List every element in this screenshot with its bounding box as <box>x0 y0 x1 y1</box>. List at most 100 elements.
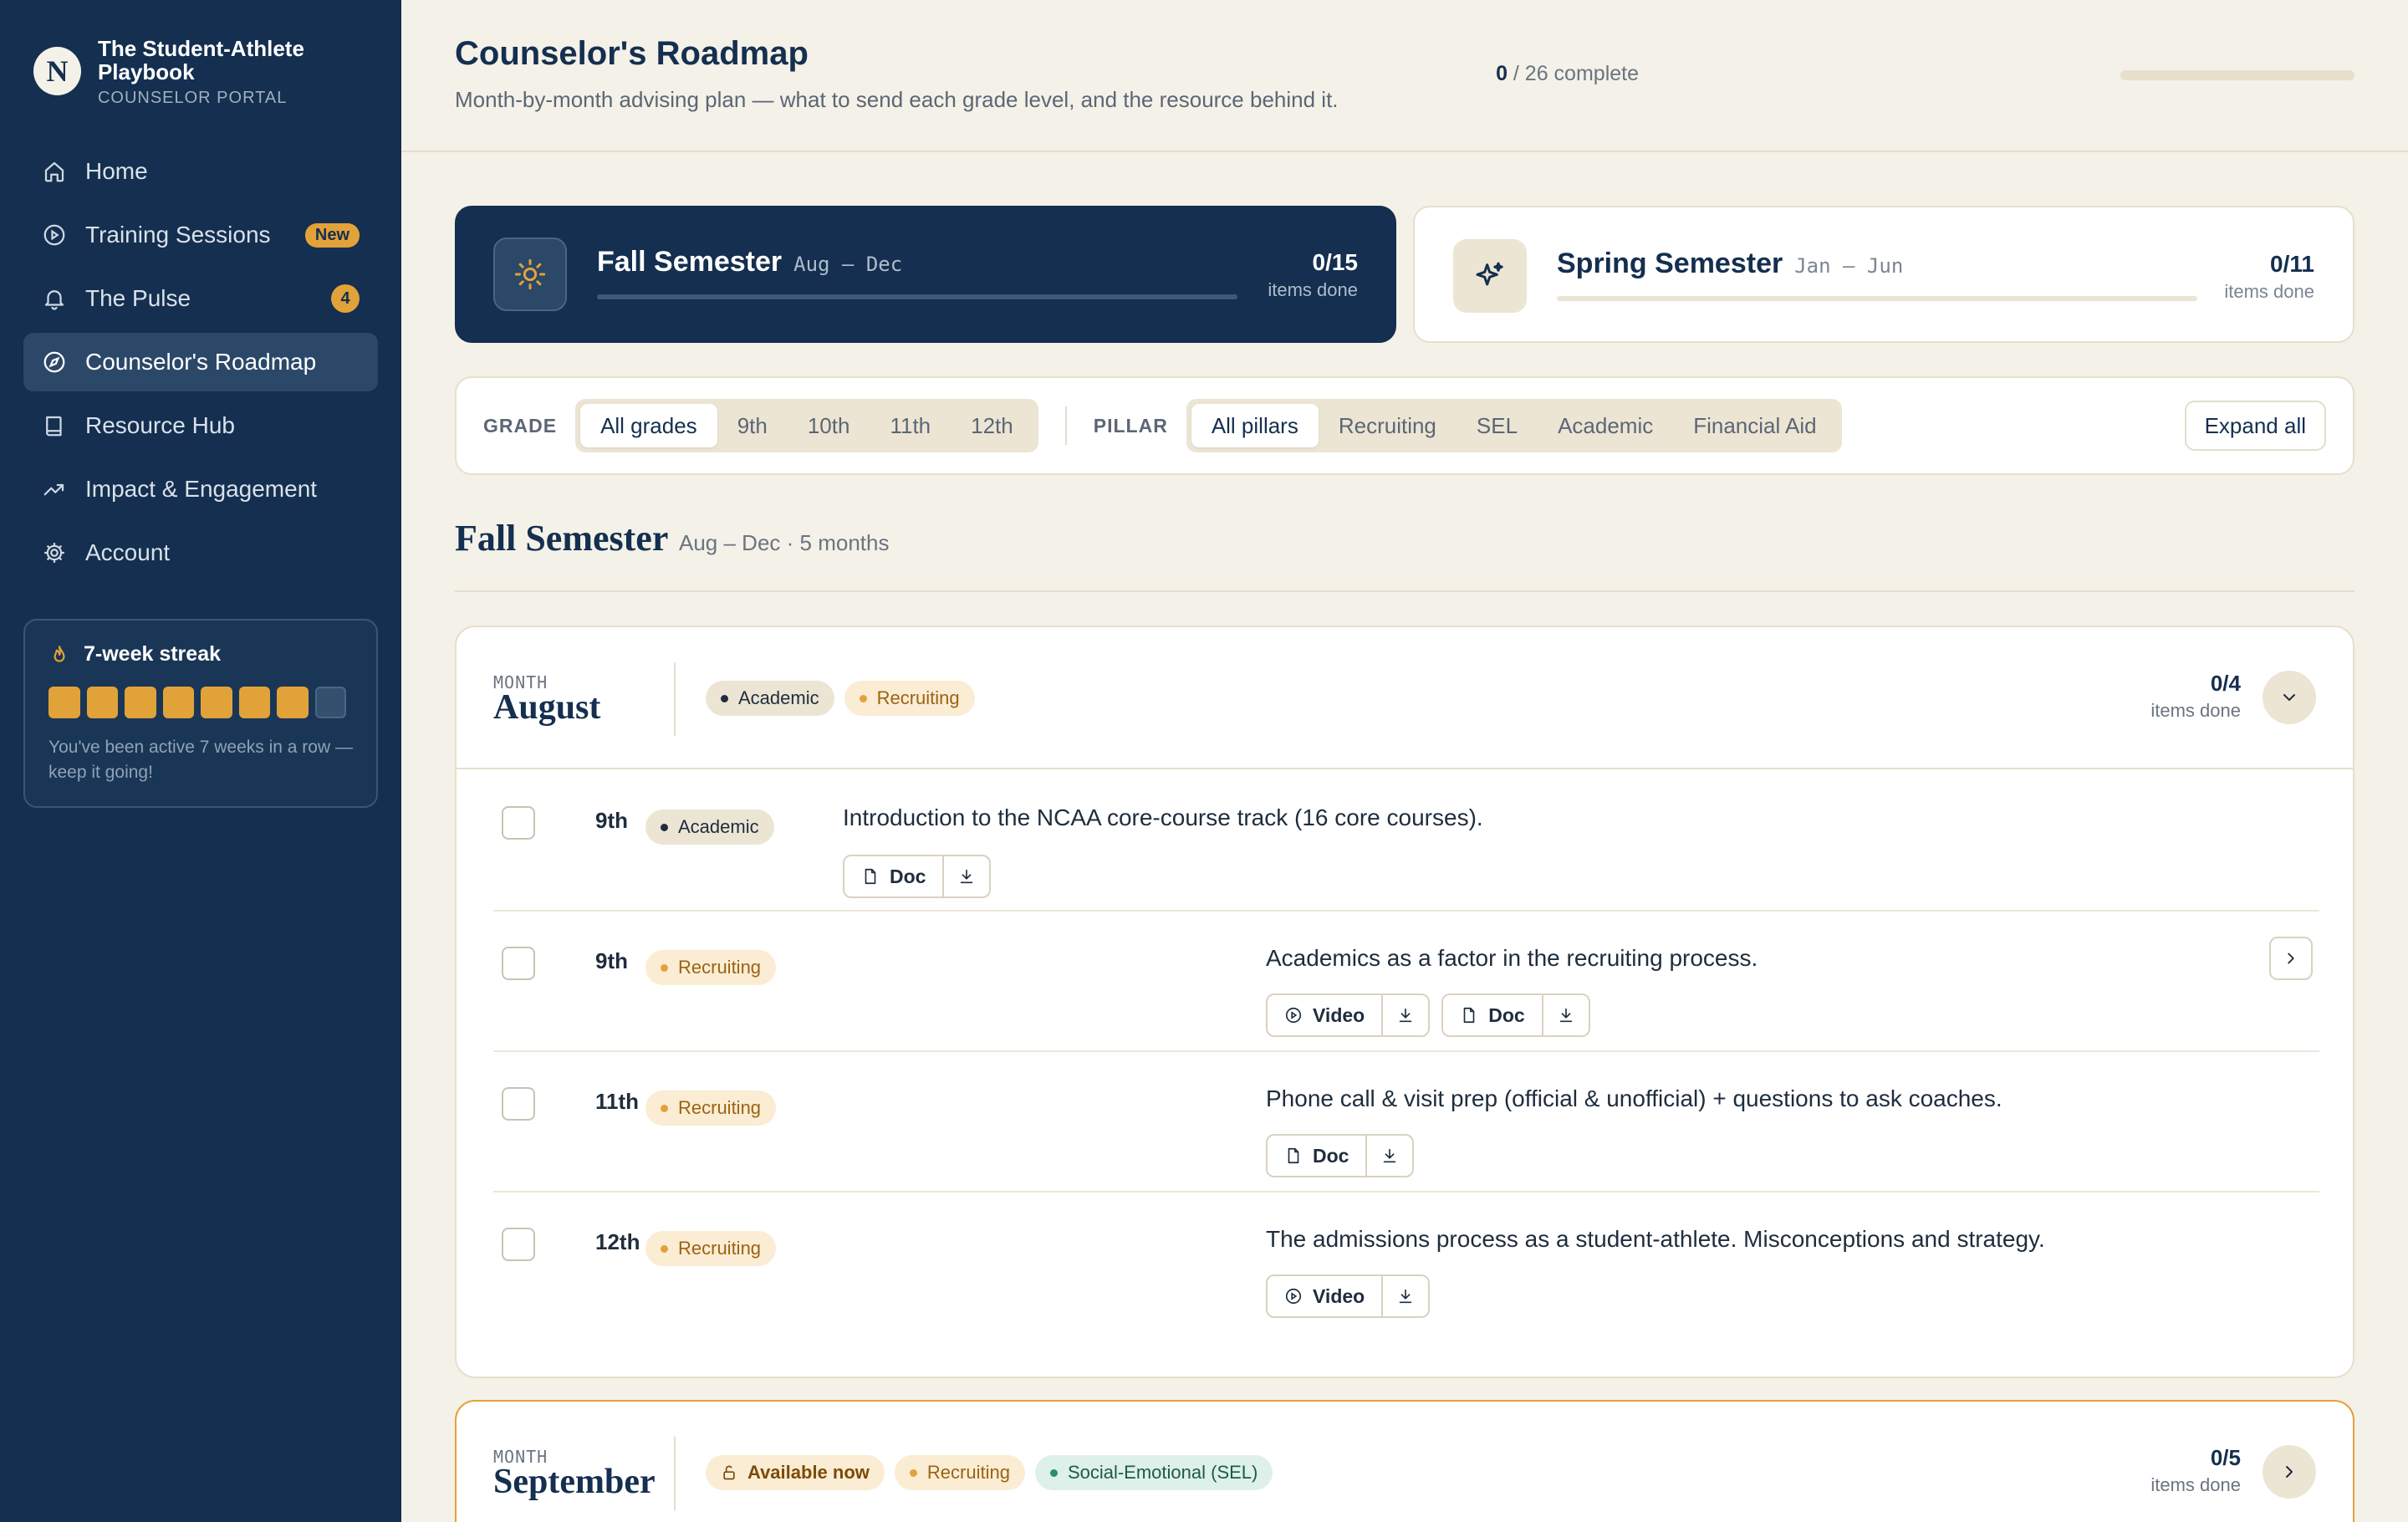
sidebar-item-home[interactable]: Home <box>23 142 378 201</box>
pillar-tag-recruiting: Recruiting <box>894 1455 1025 1490</box>
month-divider <box>674 1437 676 1510</box>
item-checkbox[interactable] <box>502 806 535 840</box>
streak-title: 7-week streak <box>84 642 222 666</box>
month-header[interactable]: MONTH September Available now Recruiting… <box>457 1402 2353 1522</box>
resource-label: Doc <box>1313 1144 1349 1167</box>
brand[interactable]: N The Student-Athlete Playbook COUNSELOR… <box>33 37 401 108</box>
semester-range: Aug – Dec <box>793 253 903 276</box>
roadmap-item: 9th Academic Introduction to the NCAA co… <box>493 771 2319 912</box>
sidebar-item-resource-hub[interactable]: Resource Hub <box>23 396 378 455</box>
sidebar-item-account[interactable]: Account <box>23 524 378 582</box>
grade-option-9th[interactable]: 9th <box>717 404 788 447</box>
pillar-filter-label: PILLAR <box>1093 414 1168 437</box>
month-header[interactable]: MONTH August Academic Recruiting 0/4 ite… <box>457 627 2353 769</box>
sidebar-item-counselors-roadmap[interactable]: Counselor's Roadmap <box>23 333 378 391</box>
filter-divider <box>1064 406 1067 445</box>
grade-filter: All grades 9th 10th 11th 12th <box>575 399 1038 452</box>
open-video-button[interactable]: Video <box>1268 995 1384 1035</box>
download-button[interactable] <box>1383 1276 1428 1316</box>
pillar-option-recruiting[interactable]: Recruiting <box>1319 404 1457 447</box>
streak-card: 7-week streak You've been active 7 weeks… <box>23 619 378 808</box>
open-doc-button[interactable]: Doc <box>1443 995 1543 1035</box>
section-meta: Aug – Dec · 5 months <box>679 530 890 555</box>
book-icon <box>46 416 62 437</box>
tag-label: Recruiting <box>926 1462 1010 1483</box>
collapse-month-button[interactable] <box>2263 671 2316 724</box>
download-icon <box>1399 1008 1412 1023</box>
month-items: 9th Academic Introduction to the NCAA co… <box>493 771 2319 1333</box>
sidebar-item-impact-engagement[interactable]: Impact & Engagement <box>23 460 378 518</box>
download-icon <box>1399 1289 1412 1304</box>
item-description: Phone call & visit prep (official & unof… <box>1266 1085 2002 1111</box>
chevron-right-icon <box>2288 953 2294 964</box>
semester-card-spring[interactable]: Spring Semester Jan – Jun 0/11 items done <box>1413 206 2354 343</box>
item-checkbox[interactable] <box>502 947 535 980</box>
expand-month-button[interactable] <box>2263 1445 2316 1499</box>
play-circle-icon <box>43 224 65 246</box>
open-item-button[interactable] <box>2269 937 2313 980</box>
download-icon <box>1384 1148 1396 1163</box>
download-button[interactable] <box>1383 995 1428 1035</box>
semester-progress-bar <box>1557 296 2197 301</box>
pillar-tag-academic: Academic <box>706 681 834 716</box>
download-icon <box>1559 1008 1572 1023</box>
resource-label: Video <box>1313 1285 1365 1307</box>
roadmap-item: 12th Recruiting The admissions process a… <box>493 1193 2319 1333</box>
tag-label: Academic <box>738 687 819 708</box>
play-circle-icon <box>1285 1007 1302 1024</box>
progress-total: / 26 complete <box>1507 62 1639 85</box>
item-checkbox[interactable] <box>502 1228 535 1261</box>
download-button[interactable] <box>1367 1136 1412 1176</box>
sidebar-item-label: Home <box>85 158 148 184</box>
semester-progress-bar <box>597 294 1237 299</box>
item-checkbox[interactable] <box>502 1087 535 1121</box>
notification-count-badge: 4 <box>331 284 360 313</box>
grade-option-all[interactable]: All grades <box>580 404 717 447</box>
grade-option-12th[interactable]: 12th <box>951 404 1033 447</box>
grade-option-11th[interactable]: 11th <box>870 404 951 447</box>
item-grade: 11th <box>595 1089 640 1114</box>
open-video-button[interactable]: Video <box>1268 1276 1384 1316</box>
sidebar-item-label: Counselor's Roadmap <box>85 349 317 375</box>
pillar-tag-sel: Social-Emotional (SEL) <box>1034 1455 1273 1490</box>
gear-icon <box>44 543 64 563</box>
month-name: September <box>493 1463 656 1501</box>
section-title: Fall Semester <box>455 518 669 559</box>
tag-label: Academic <box>678 816 759 837</box>
streak-week-active <box>48 687 80 718</box>
sparkle-icon <box>1453 239 1527 313</box>
expand-all-button[interactable]: Expand all <box>2184 401 2326 451</box>
tag-label: Recruiting <box>678 1097 762 1118</box>
semester-card-fall[interactable]: Fall Semester Aug – Dec 0/15 items done <box>455 206 1396 343</box>
sidebar-item-label: Account <box>85 539 171 565</box>
month-card-september: MONTH September Available now Recruiting… <box>455 1400 2354 1522</box>
brand-title: The Student-Athlete Playbook <box>97 36 304 84</box>
pillar-tag-recruiting: Recruiting <box>645 1090 777 1126</box>
pillar-option-academic[interactable]: Academic <box>1538 404 1673 447</box>
streak-week-active <box>162 687 194 718</box>
roadmap-item: 9th Recruiting Academics as a factor in … <box>493 912 2319 1052</box>
open-doc-button[interactable]: Doc <box>844 856 945 896</box>
resource-video: Video <box>1266 1274 1431 1318</box>
semester-count-label: items done <box>2224 281 2314 302</box>
sidebar-item-the-pulse[interactable]: The Pulse 4 <box>23 269 378 328</box>
month-card-august: MONTH August Academic Recruiting 0/4 ite… <box>455 626 2354 1378</box>
pillar-option-sel[interactable]: SEL <box>1457 404 1538 447</box>
semester-count: 0/15 <box>1312 249 1359 275</box>
tag-label: Recruiting <box>678 957 762 978</box>
download-button[interactable] <box>944 856 989 896</box>
trend-icon <box>43 483 64 496</box>
download-icon <box>961 869 973 884</box>
resource-label: Doc <box>890 865 926 887</box>
pillar-option-financial-aid[interactable]: Financial Aid <box>1673 404 1836 447</box>
pillar-option-all[interactable]: All pillars <box>1191 404 1319 447</box>
grade-option-10th[interactable]: 10th <box>788 404 870 447</box>
item-description: Introduction to the NCAA core-course tra… <box>843 804 1483 830</box>
sidebar-item-training-sessions[interactable]: Training Sessions New <box>23 206 378 264</box>
streak-week-active <box>201 687 232 718</box>
open-doc-button[interactable]: Doc <box>1268 1136 1368 1176</box>
download-button[interactable] <box>1543 995 1589 1035</box>
document-icon <box>865 868 876 885</box>
sidebar-item-label: Resource Hub <box>85 412 235 438</box>
play-circle-icon <box>1285 1288 1302 1305</box>
